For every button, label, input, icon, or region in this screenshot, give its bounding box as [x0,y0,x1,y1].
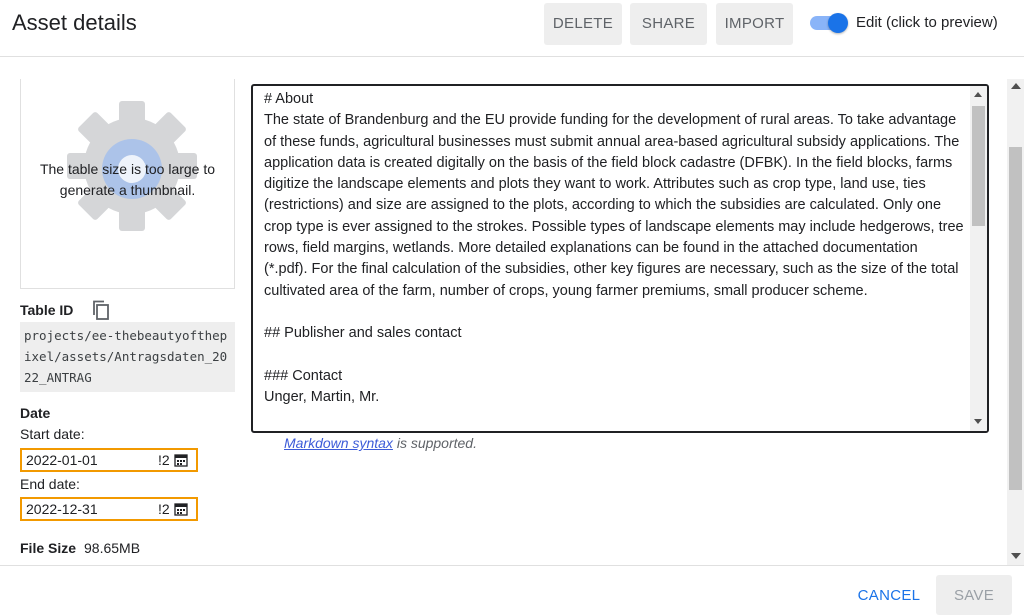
start-date-label: Start date: [20,426,85,442]
thumbnail-message: The table size is too large to generate … [39,161,216,198]
markdown-syntax-link[interactable]: Markdown syntax [284,435,393,451]
page-scrollbar-thumb[interactable] [1009,147,1022,490]
thumbnail-panel: The table size is too large to generate … [20,79,235,289]
table-id-label: Table ID [20,302,74,318]
share-button[interactable]: SHARE [630,3,707,45]
calendar-icon[interactable] [174,502,188,516]
scroll-down-arrow-icon[interactable] [1011,553,1021,559]
end-date-input[interactable]: 2022-12-31 !2 [20,497,198,521]
editor-scrollbar[interactable] [970,86,987,431]
cancel-button[interactable]: CANCEL [848,579,930,611]
start-date-tail: !2 [158,452,170,468]
start-date-value: 2022-01-01 [26,452,98,468]
end-date-tail: !2 [158,501,170,517]
page-title: Asset details [12,10,137,35]
end-date-value: 2022-12-31 [26,501,98,517]
import-button[interactable]: IMPORT [716,3,793,45]
edit-toggle-label[interactable]: Edit (click to preview) [856,14,998,31]
toggle-knob [828,13,848,33]
markdown-note: Markdown syntax is supported. [284,435,477,451]
table-id-value: projects/ee-thebeautyofthepixel/assets/A… [20,322,235,392]
save-button[interactable]: SAVE [936,575,1012,615]
delete-button[interactable]: DELETE [544,3,622,45]
date-label: Date [20,405,51,421]
scroll-up-arrow-icon[interactable] [1011,83,1021,89]
edit-toggle[interactable] [808,13,848,33]
calendar-icon[interactable] [174,453,188,467]
page-scrollbar[interactable] [1007,79,1024,565]
end-date-label: End date: [20,476,80,492]
editor-scroll-up-icon[interactable] [974,92,982,97]
dialog-header: Asset details DELETE SHARE IMPORT Edit (… [0,0,1024,57]
start-date-input[interactable]: 2022-01-01 !2 [20,448,198,472]
editor-scroll-down-icon[interactable] [974,419,982,424]
editor-scrollbar-thumb[interactable] [972,106,985,226]
dialog-footer: CANCEL SAVE [0,565,1024,615]
file-size-value: 98.65MB [84,540,141,556]
file-size-label: File Size [20,540,77,556]
markdown-note-suffix: is supported. [392,435,477,451]
description-editor[interactable]: # About The state of Brandenburg and the… [251,84,989,433]
copy-icon[interactable] [92,300,110,320]
description-text[interactable]: # About The state of Brandenburg and the… [264,89,964,408]
